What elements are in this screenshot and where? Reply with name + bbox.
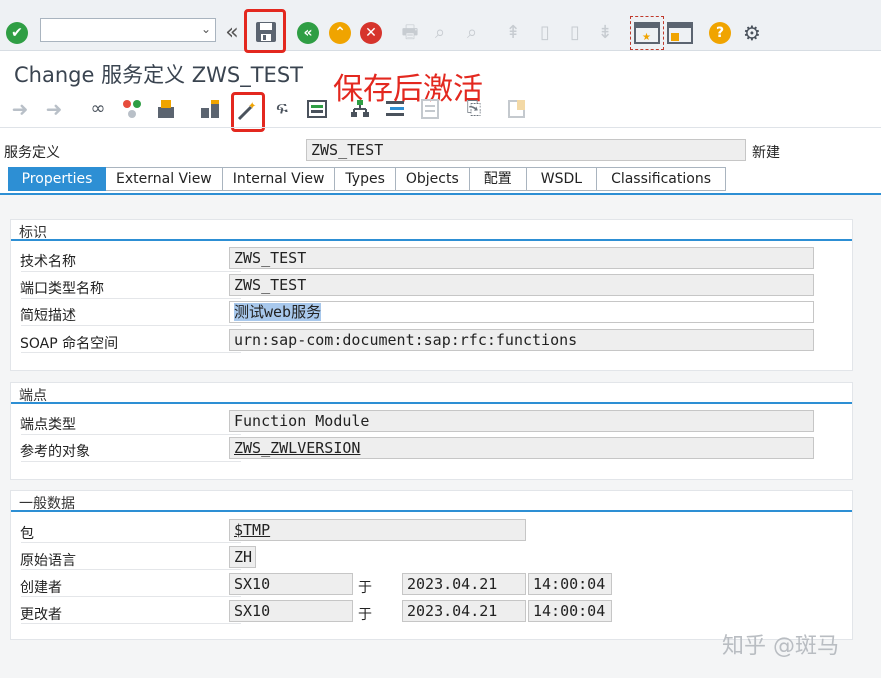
created-date-field: 2023.04.21 (402, 573, 526, 595)
created-by-label: 创建者 (20, 580, 62, 596)
attachment-icon[interactable]: ⎘ (462, 97, 486, 121)
soap-namespace-field: urn:sap-com:document:sap:rfc:functions (229, 329, 814, 351)
tech-name-field: ZWS_TEST (229, 247, 814, 269)
page-title: Change 服务定义 ZWS_TEST (14, 63, 303, 87)
group-title-line (11, 239, 852, 241)
created-at-label: 于 (358, 580, 372, 596)
original-language-field: ZH (229, 546, 256, 568)
print-icon[interactable]: 🖶 (398, 20, 422, 46)
tab-objects[interactable]: Objects (395, 167, 470, 191)
document-icon[interactable] (418, 97, 442, 121)
wand-highlight-box (231, 92, 265, 132)
tab-classifications[interactable]: Classifications (597, 167, 726, 191)
short-desc-label: 简短描述 (20, 308, 76, 324)
display-change-icon[interactable]: ∞ (86, 97, 110, 121)
shortcut-icon[interactable] (666, 18, 694, 48)
row-divider (21, 519, 241, 543)
reference-object-label: 参考的对象 (20, 444, 90, 460)
created-time-field: 14:00:04 (528, 573, 612, 595)
tab-external-view[interactable]: External View (106, 167, 223, 191)
find-icon[interactable]: ⌕ (428, 20, 452, 46)
toolbar-divider (0, 127, 881, 128)
command-field-value (41, 23, 45, 38)
cancel-icon[interactable]: ✕ (360, 22, 382, 44)
short-desc-value: 测试web服务 (234, 303, 322, 321)
tab-properties[interactable]: Properties (8, 167, 106, 191)
group-title-line (11, 510, 852, 512)
service-definition-field: ZWS_TEST (306, 139, 746, 161)
save-highlight-box (244, 9, 286, 53)
package-label: 包 (20, 526, 34, 542)
tab-internal-view[interactable]: Internal View (222, 167, 336, 191)
port-type-label: 端口类型名称 (20, 281, 104, 297)
soap-namespace-label: SOAP 命名空间 (20, 336, 119, 352)
tab-types[interactable]: Types (335, 167, 396, 191)
navigation-icon[interactable] (383, 97, 407, 121)
where-used-icon[interactable]: ፍ (270, 97, 294, 121)
object-list-icon[interactable] (305, 97, 329, 121)
settings-icon[interactable]: ⚙ (740, 20, 764, 46)
group-title-line (11, 402, 852, 404)
endpoint-type-field: Function Module (229, 410, 814, 432)
back-icon[interactable]: « (297, 22, 319, 44)
status-text: 新建 (752, 145, 780, 161)
changed-date-field: 2023.04.21 (402, 600, 526, 622)
chevron-down-icon[interactable]: ⌄ (201, 22, 211, 36)
activate-icon[interactable] (154, 97, 178, 121)
watermark-text: 知乎 @斑马 (722, 634, 839, 659)
hierarchy-icon[interactable] (348, 97, 372, 121)
created-by-field: SX10 (229, 573, 353, 595)
changed-by-field: SX10 (229, 600, 353, 622)
next-page-icon[interactable]: ▯ (564, 20, 586, 46)
help-icon[interactable]: ? (709, 22, 731, 44)
find-next-icon[interactable]: ⌕ (460, 20, 484, 46)
exit-icon[interactable]: ⌃ (329, 22, 351, 44)
enter-icon[interactable]: ✔ (6, 22, 28, 44)
first-page-icon[interactable]: ⇞ (502, 20, 524, 46)
endpoint-type-label: 端点类型 (20, 417, 76, 433)
tab-wsdl[interactable]: WSDL (526, 167, 598, 191)
note-icon[interactable] (505, 97, 529, 121)
back-arrow-icon[interactable]: ➜ (8, 98, 32, 120)
new-session-icon[interactable]: ★ (630, 16, 664, 50)
last-page-icon[interactable]: ⇟ (594, 20, 616, 46)
tech-name-label: 技术名称 (20, 254, 76, 270)
check-icon[interactable] (198, 97, 222, 121)
short-desc-input[interactable]: 测试web服务 (229, 301, 814, 323)
tab-config[interactable]: 配置 (469, 167, 527, 191)
previous-page-icon[interactable]: ▯ (534, 20, 556, 46)
changed-time-field: 14:00:04 (528, 600, 612, 622)
changed-by-label: 更改者 (20, 607, 62, 623)
forward-arrow-icon[interactable]: ➜ (42, 98, 66, 120)
back-double-chevron-icon[interactable]: « (222, 20, 242, 46)
other-object-icon[interactable] (120, 97, 144, 121)
svg-text:★: ★ (642, 32, 651, 43)
service-definition-label: 服务定义 (4, 145, 60, 161)
package-link[interactable]: $TMP (229, 519, 526, 541)
port-type-field: ZWS_TEST (229, 274, 814, 296)
changed-at-label: 于 (358, 607, 372, 623)
reference-object-link[interactable]: ZWS_ZWLVERSION (229, 437, 814, 459)
original-language-label: 原始语言 (20, 553, 76, 569)
command-field[interactable]: ⌄ (40, 18, 216, 42)
tab-strip: Properties External View Internal View T… (8, 167, 726, 191)
